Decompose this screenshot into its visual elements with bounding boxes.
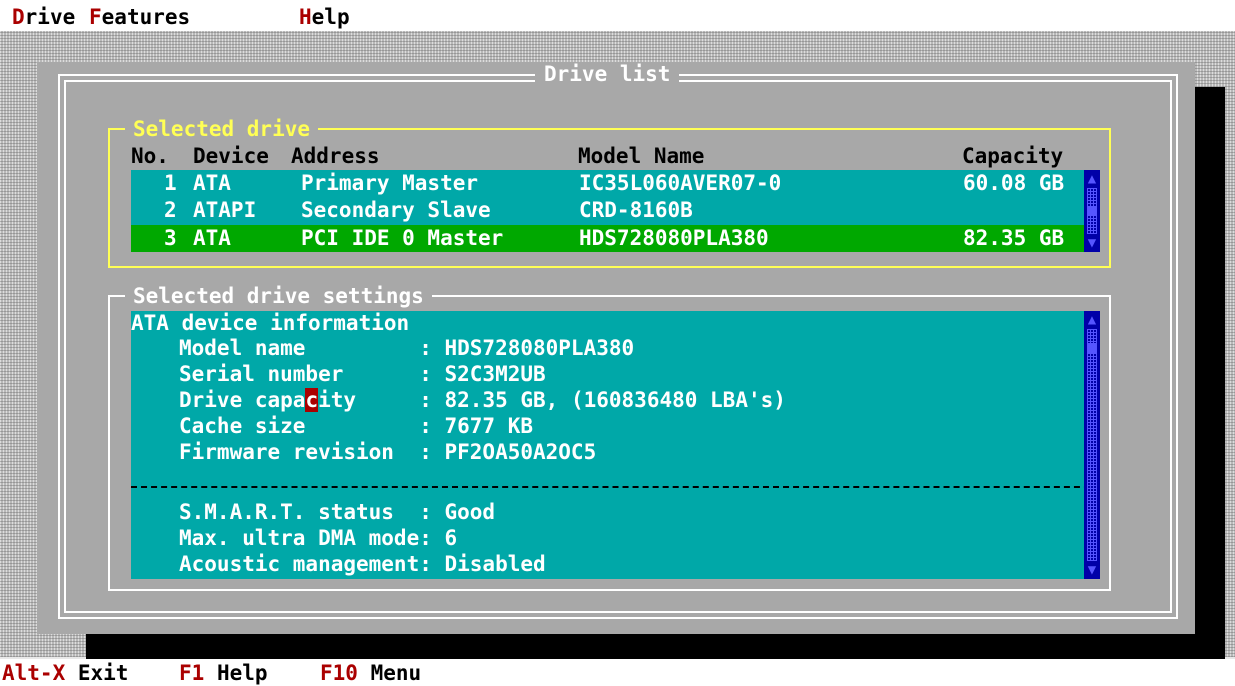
drive-list: 1 ATA Primary Master IC35L060AVER07-0 60… [131, 170, 1100, 252]
drive-model: CRD-8160B [579, 198, 693, 222]
drive-no: 3 [164, 226, 177, 250]
status-exit-key: Alt-X [2, 661, 66, 685]
menu-help[interactable]: Help [299, 5, 350, 30]
window-shadow-right [1195, 87, 1225, 634]
scroll-up-arrow-icon[interactable]: ▲ [1084, 170, 1100, 188]
status-menu-key: F10 [320, 661, 358, 685]
column-header-address: Address [291, 144, 380, 168]
menu-bar: Drive Features Help [0, 0, 1235, 31]
settings-scrollbar[interactable]: ▲ ▼ [1084, 311, 1100, 579]
window-title: Drive list [535, 62, 680, 87]
drive-address: PCI IDE 0 Master [301, 226, 504, 250]
drive-device: ATAPI [193, 198, 257, 222]
status-exit[interactable]: Alt-X Exit [2, 661, 128, 686]
section-divider [131, 486, 1100, 488]
menu-drive-label: rive [24, 5, 76, 29]
drive-settings-panel[interactable]: ATA device information Model name : HDS7… [131, 311, 1100, 579]
info-cache-size: Cache size : 7677 KB [179, 414, 534, 438]
column-header-device: Device [193, 144, 269, 168]
info-serial-number: Serial number : S2C3M2UB [179, 362, 546, 386]
drive-capacity: 60.08 GB [963, 171, 1065, 195]
status-exit-label: Exit [77, 661, 129, 685]
status-help-label: Help [216, 661, 268, 685]
scrollbar-thumb[interactable] [1087, 206, 1097, 216]
menu-features-label: eatures [101, 5, 191, 29]
info-acoustic-management: Acoustic management: Disabled [179, 552, 546, 576]
column-header-model-name: Model Name [578, 144, 705, 168]
drive-row[interactable]: 2 ATAPI Secondary Slave CRD-8160B [131, 197, 1100, 224]
selected-drive-title: Selected drive [125, 117, 319, 142]
status-help[interactable]: F1 Help [179, 661, 268, 686]
window-shadow-bottom [86, 634, 1225, 659]
drive-settings-title: Selected drive settings [125, 284, 432, 309]
scroll-down-arrow-icon[interactable]: ▼ [1084, 561, 1100, 579]
drive-model: HDS728080PLA380 [579, 226, 769, 250]
column-header-capacity: Capacity [962, 144, 1064, 168]
scroll-up-arrow-icon[interactable]: ▲ [1084, 311, 1100, 329]
drive-row-selected[interactable]: 3 ATA PCI IDE 0 Master HDS728080PLA380 8… [131, 225, 1100, 252]
drive-no: 2 [164, 198, 177, 222]
info-drive-capacity: Drive capacity : 82.35 GB, (160836480 LB… [179, 388, 786, 413]
menu-drive[interactable]: Drive [12, 5, 75, 30]
scrollbar-track[interactable] [1087, 329, 1097, 561]
info-ultra-dma-mode: Max. ultra DMA mode: 6 [179, 526, 458, 550]
info-smart-status: S.M.A.R.T. status : Good [179, 500, 496, 524]
menu-features-hotkey: F [89, 5, 102, 29]
status-menu-label: Menu [370, 661, 422, 685]
menu-drive-hotkey: D [12, 5, 25, 29]
scroll-down-arrow-icon[interactable]: ▼ [1084, 234, 1100, 252]
drive-capacity: 82.35 GB [963, 226, 1065, 250]
column-header-no: No. [131, 144, 169, 168]
info-drive-capacity-text: Drive capacity : 82.35 GB, (160836480 LB… [179, 388, 786, 412]
scrollbar-thumb[interactable] [1087, 343, 1097, 353]
status-menu[interactable]: F10 Menu [320, 661, 421, 686]
info-firmware-revision: Firmware revision : PF2OA50A2OC5 [179, 440, 597, 464]
text-cursor: c [305, 388, 319, 412]
drive-address: Secondary Slave [301, 198, 491, 222]
drive-device: ATA [193, 171, 231, 195]
menu-features[interactable]: Features [89, 5, 190, 30]
device-info-heading: ATA device information [131, 311, 410, 335]
menu-help-hotkey: H [299, 5, 312, 29]
drive-no: 1 [164, 171, 177, 195]
drive-row[interactable]: 1 ATA Primary Master IC35L060AVER07-0 60… [131, 170, 1100, 197]
drive-address: Primary Master [301, 171, 479, 195]
menu-help-label: elp [311, 5, 350, 29]
status-help-key: F1 [179, 661, 205, 685]
drive-list-scrollbar[interactable]: ▲ ▼ [1084, 170, 1100, 252]
info-model-name: Model name : HDS728080PLA380 [179, 336, 635, 360]
status-bar: Alt-X Exit F1 Help F10 Menu [0, 659, 1235, 686]
drive-device: ATA [193, 226, 231, 250]
drive-model: IC35L060AVER07-0 [579, 171, 782, 195]
